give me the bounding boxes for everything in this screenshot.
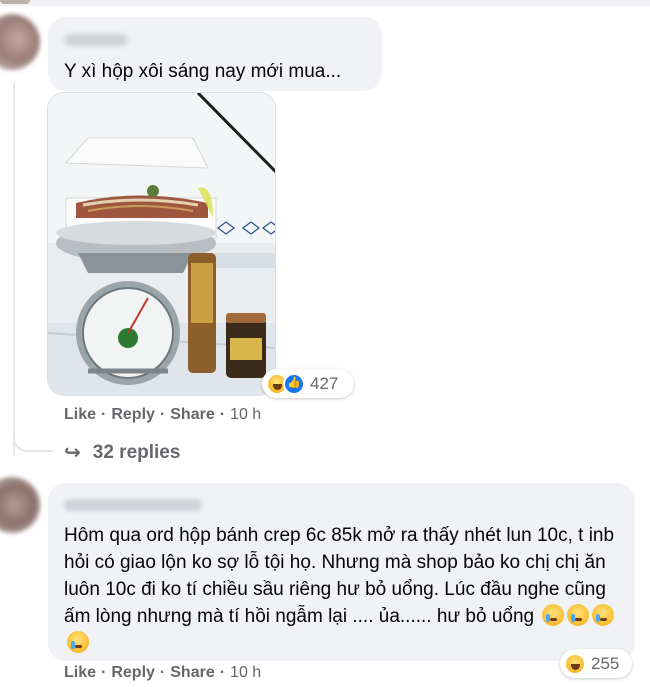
reaction-summary[interactable]: 427 <box>262 369 354 398</box>
reply-button[interactable]: Reply <box>111 406 155 424</box>
crying-face-icon <box>67 631 89 653</box>
comment-bubble: Hôm qua ord hộp bánh crep 6c 85k mở ra t… <box>48 483 635 661</box>
share-button[interactable]: Share <box>170 406 214 424</box>
haha-icon <box>564 652 586 675</box>
comment-bubble: Y xì hộp xôi sáng nay mới mua... <box>48 17 382 91</box>
comment-timestamp[interactable]: 10 h <box>230 664 261 682</box>
separator-dot: · <box>101 406 107 423</box>
comment-text: Y xì hộp xôi sáng nay mới mua... <box>64 61 342 82</box>
reaction-count: 427 <box>310 373 339 393</box>
avatar[interactable] <box>0 14 40 70</box>
crying-face-icon <box>592 604 615 626</box>
crying-face-icon <box>542 604 565 626</box>
previous-avatar-edge <box>0 0 30 4</box>
reaction-summary[interactable]: 255 <box>560 649 632 678</box>
view-replies-link[interactable]: ↪ 32 replies <box>64 440 180 465</box>
reaction-count: 255 <box>591 653 620 673</box>
thread-connector <box>13 416 53 452</box>
comment-actions: Like · Reply · Share · 10 h <box>64 664 261 682</box>
like-icon <box>283 372 305 395</box>
previous-comment-edge <box>0 0 650 6</box>
separator-dot: · <box>159 406 166 423</box>
comment-body: Hôm qua ord hộp bánh crep 6c 85k mở ra t… <box>64 525 615 627</box>
comment-text: Hôm qua ord hộp bánh crep 6c 85k mở ra t… <box>64 522 624 657</box>
avatar[interactable] <box>0 477 40 533</box>
separator-dot: · <box>159 664 166 681</box>
replies-label: 32 replies <box>92 441 181 463</box>
separator-dot: · <box>219 406 226 423</box>
separator-dot: · <box>101 664 107 681</box>
like-button[interactable]: Like <box>64 406 96 424</box>
comment-actions: Like · Reply · Share · 10 h <box>64 406 261 424</box>
share-button[interactable]: Share <box>170 664 214 682</box>
comment-timestamp[interactable]: 10 h <box>230 406 261 424</box>
crying-face-icon <box>567 604 590 626</box>
blurred-author-name[interactable] <box>64 499 202 511</box>
comment-photo[interactable] <box>47 92 276 396</box>
reply-button[interactable]: Reply <box>111 664 155 682</box>
blurred-author-name[interactable] <box>64 34 128 46</box>
reply-arrow-icon: ↪ <box>64 442 81 464</box>
separator-dot: · <box>219 664 226 681</box>
thread-line <box>13 82 15 456</box>
like-button[interactable]: Like <box>64 664 96 682</box>
